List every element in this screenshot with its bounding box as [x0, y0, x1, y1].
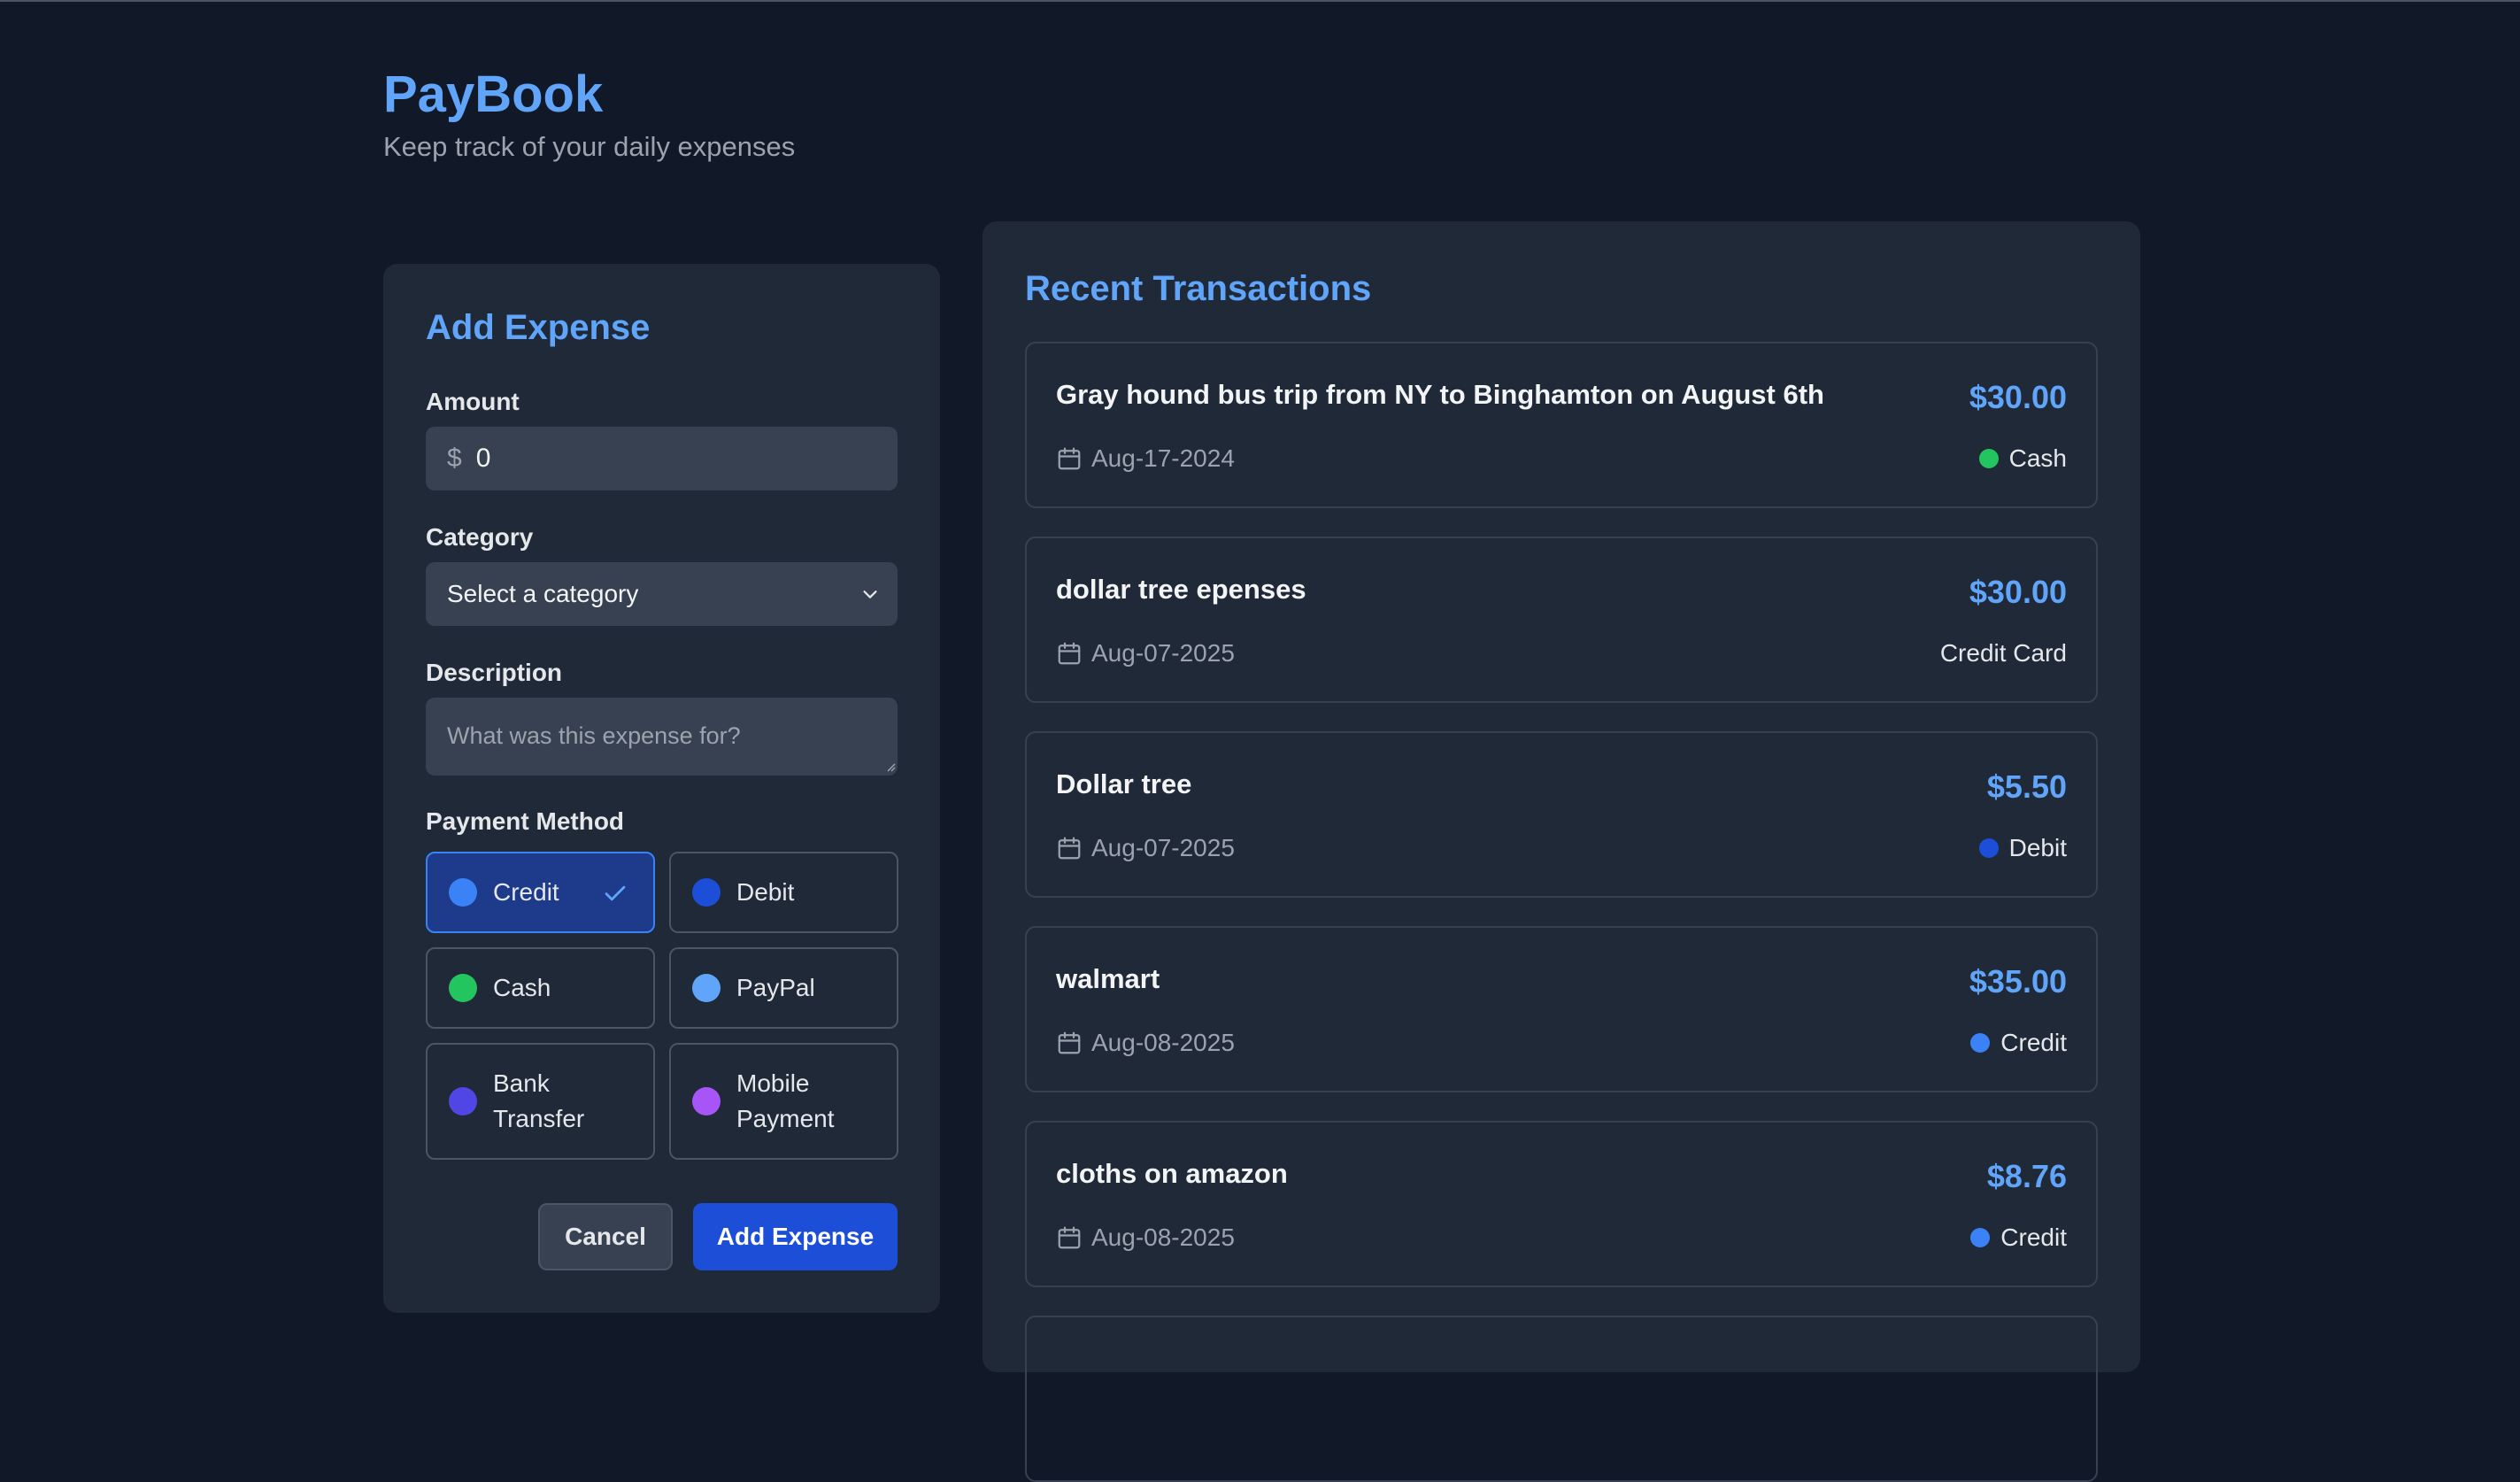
amount-label: Amount [426, 388, 520, 415]
resize-handle-icon[interactable] [885, 761, 896, 772]
debit-color-dot [692, 878, 721, 907]
payment-method-label: Payment Method [426, 807, 625, 835]
calendar-icon [1058, 1226, 1081, 1249]
transaction-method: Credit [1970, 1029, 2067, 1057]
cancel-button[interactable]: Cancel [538, 1203, 673, 1270]
payment-option-mobile-payment[interactable]: Mobile Payment [669, 1043, 898, 1160]
transaction-description: cloths on amazon [1056, 1158, 1288, 1189]
transactions-title: Recent Transactions [1025, 269, 1372, 308]
payment-option-cash[interactable]: Cash [426, 947, 655, 1029]
transaction-amount: $30.00 [1969, 574, 2067, 610]
cash-color-dot [449, 974, 477, 1002]
check-icon [605, 885, 626, 901]
payment-option-bank-transfer[interactable]: Bank Transfer [426, 1043, 655, 1160]
transaction-date: Aug-08-2025 [1056, 1223, 1235, 1252]
category-selected-value: Select a category [447, 580, 639, 607]
credit-color-dot [449, 878, 477, 907]
description-input[interactable] [426, 698, 898, 776]
transaction-item-partial[interactable] [1025, 1316, 2098, 1482]
transaction-method: Cash [1978, 444, 2067, 473]
transaction-amount: $8.76 [1986, 1158, 2067, 1194]
method-color-dot [1970, 1033, 1991, 1053]
transaction-description: walmart [1056, 963, 1160, 994]
window-top-border [0, 0, 2520, 2]
payment-option-debit[interactable]: Debit [669, 852, 898, 933]
method-color-dot [1978, 449, 1999, 468]
recent-transactions-card: Recent Transactions Gray hound bus trip … [983, 221, 2140, 1482]
transaction-method-text: Cash [2008, 444, 2067, 472]
transaction-date-text: Aug-07-2025 [1091, 834, 1235, 861]
transaction-amount: $30.00 [1969, 379, 2067, 415]
payment-option-paypal[interactable]: PayPal [669, 947, 898, 1029]
currency-prefix: $ [447, 444, 462, 473]
transaction-date: Aug-17-2024 [1056, 444, 1235, 473]
transaction-method: Debit [1978, 834, 2067, 862]
transaction-date-text: Aug-08-2025 [1091, 1223, 1235, 1251]
amount-field[interactable]: $ [426, 427, 898, 490]
app-subtitle: Keep track of your daily expenses [383, 131, 796, 162]
category-select[interactable]: Select a category [426, 562, 898, 626]
app-header: PayBook Keep track of your daily expense… [383, 64, 795, 163]
payment-option-label: PayPal [736, 974, 815, 1001]
payment-option-label: Debit [736, 878, 795, 906]
amount-input[interactable] [475, 444, 830, 474]
transaction-method-text: Credit [2000, 1223, 2067, 1251]
calendar-icon [1058, 642, 1081, 665]
transaction-method-text: Debit [2008, 834, 2067, 861]
description-label: Description [426, 659, 563, 686]
transaction-date-text: Aug-17-2024 [1091, 444, 1235, 472]
payment-option-label: Credit [493, 878, 559, 906]
add-expense-card: Add Expense Amount $ Category Select a c… [383, 264, 940, 1313]
transaction-description: Dollar tree [1056, 768, 1192, 799]
transaction-amount: $5.50 [1986, 768, 2067, 805]
category-label: Category [426, 523, 534, 551]
payment-option-label: Bank Transfer [493, 1069, 585, 1132]
mobile-payment-color-dot [692, 1087, 721, 1115]
transaction-date: Aug-07-2025 [1056, 639, 1235, 668]
transaction-item[interactable]: Gray hound bus trip from NY to Binghamto… [1025, 342, 2098, 508]
transaction-item[interactable]: walmart $35.00 Aug-08-2025 Credit [1025, 926, 2098, 1092]
transaction-method-text: Credit [2000, 1029, 2067, 1056]
transaction-description: Gray hound bus trip from NY to Binghamto… [1056, 379, 1824, 410]
transaction-method: Credit [1970, 1223, 2067, 1252]
add-expense-button[interactable]: Add Expense [693, 1203, 898, 1270]
transaction-item[interactable]: dollar tree epenses $30.00 Aug-07-2025 C… [1025, 536, 2098, 703]
transaction-date-text: Aug-07-2025 [1091, 639, 1235, 667]
calendar-icon [1058, 447, 1081, 470]
bank-transfer-color-dot [449, 1087, 477, 1115]
method-color-dot [1978, 838, 1999, 858]
transaction-item[interactable]: cloths on amazon $8.76 Aug-08-2025 Credi… [1025, 1121, 2098, 1287]
chevron-down-icon [863, 590, 877, 598]
payment-option-label: Cash [493, 974, 551, 1001]
transaction-amount: $35.00 [1969, 963, 2067, 1000]
method-color-dot [1970, 1228, 1991, 1247]
payment-option-credit[interactable]: Credit [426, 852, 655, 933]
form-title: Add Expense [426, 308, 651, 347]
calendar-icon [1058, 1031, 1081, 1054]
transaction-date: Aug-08-2025 [1056, 1029, 1235, 1057]
transaction-description: dollar tree epenses [1056, 574, 1306, 605]
transaction-method: Credit Card [1940, 639, 2067, 668]
paypal-color-dot [692, 974, 721, 1002]
transaction-date: Aug-07-2025 [1056, 834, 1235, 862]
payment-option-label: Mobile Payment [736, 1069, 835, 1132]
transaction-date-text: Aug-08-2025 [1091, 1029, 1235, 1056]
calendar-icon [1058, 837, 1081, 860]
transaction-method-text: Credit Card [1939, 639, 2067, 667]
transaction-item[interactable]: Dollar tree $5.50 Aug-07-2025 Debit [1025, 731, 2098, 898]
app-title: PayBook [383, 66, 604, 123]
